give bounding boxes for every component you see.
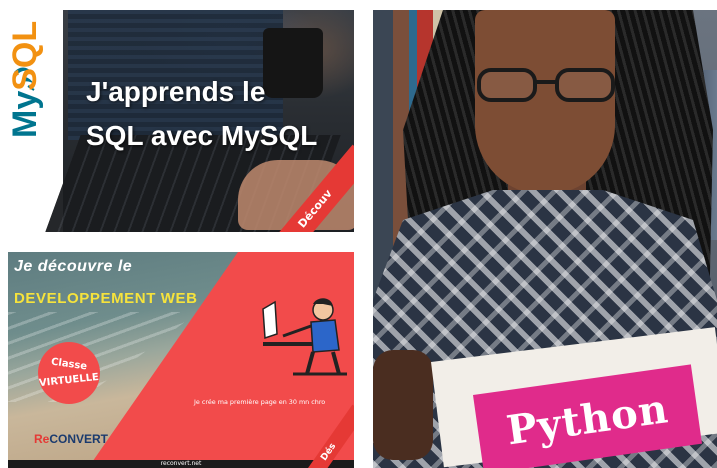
course-card-python[interactable]: Python — [373, 10, 717, 468]
person-at-computer-icon — [262, 298, 347, 376]
arm — [373, 350, 433, 460]
mysql-logo: MySQL — [8, 10, 63, 232]
title-line-2: SQL avec MySQL — [86, 120, 318, 151]
card-title: J'apprends le SQL avec MySQL — [86, 70, 317, 158]
logo-re: Re — [34, 432, 50, 446]
badge-line-2: VIRTUELLE — [38, 371, 100, 390]
card-title-line-1: Je découvre le — [14, 258, 133, 275]
logo-my: My — [8, 90, 44, 138]
reconvert-logo: ReCONVERT — [34, 432, 108, 460]
title-line-1: J'apprends le — [86, 76, 266, 107]
card-caption: Je crée ma première page en 30 mn chro — [194, 398, 326, 406]
card-title-line-2: DEVELOPPEMENT WEB — [14, 290, 198, 307]
book-title: Python — [503, 384, 672, 454]
discover-ribbon[interactable]: Dés — [306, 404, 354, 468]
site-footer-link[interactable]: reconvert.net — [8, 460, 354, 468]
logo-convert: CONVERT — [49, 432, 109, 446]
glasses-icon — [477, 68, 615, 102]
course-card-web[interactable]: Je découvre le DEVELOPPEMENT WEB Classe … — [8, 252, 354, 468]
course-gallery: MySQL J'apprends le SQL avec MySQL Décou… — [0, 0, 717, 468]
course-card-mysql[interactable]: MySQL J'apprends le SQL avec MySQL Décou… — [8, 10, 354, 232]
virtual-class-badge: Classe VIRTUELLE — [38, 342, 100, 404]
logo-sql: SQL — [8, 20, 44, 91]
